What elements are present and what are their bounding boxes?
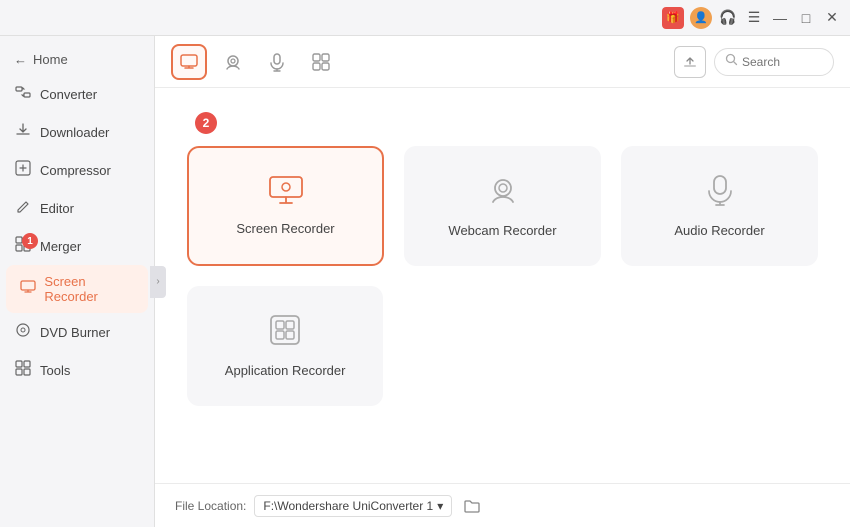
- audio-recorder-card-label: Audio Recorder: [674, 223, 764, 238]
- close-icon[interactable]: ✕: [822, 8, 842, 28]
- bottom-bar: File Location: F:\Wondershare UniConvert…: [155, 483, 850, 527]
- sidebar-label-dvd-burner: DVD Burner: [40, 325, 110, 340]
- back-arrow-icon: ←: [14, 52, 27, 67]
- maximize-icon[interactable]: □: [796, 8, 816, 28]
- open-folder-button[interactable]: [460, 494, 484, 518]
- search-bar: [714, 48, 834, 76]
- sidebar-item-merger[interactable]: Merger 1: [0, 227, 154, 265]
- screen-recorder-card[interactable]: Screen Recorder: [187, 146, 384, 266]
- editor-icon: [14, 198, 32, 218]
- screen-recorder-card-label: Screen Recorder: [236, 221, 334, 236]
- search-icon: [725, 53, 738, 71]
- cards-row-2: Application Recorder: [187, 286, 818, 406]
- search-input[interactable]: [742, 55, 822, 69]
- sidebar-label-editor: Editor: [40, 201, 74, 216]
- sidebar-label-merger: Merger: [40, 239, 81, 254]
- toolbar-screen-button[interactable]: [171, 44, 207, 80]
- titlebar-icons: 🎁 👤 🎧 ☰ — □ ✕: [662, 7, 842, 29]
- dvd-burner-icon: [14, 322, 32, 342]
- sidebar-label-downloader: Downloader: [40, 125, 109, 140]
- cards-container: 2 Screen Recorder Webcam Recorder: [155, 88, 850, 483]
- main-layout: ← Home Converter Downloader Compressor: [0, 36, 850, 527]
- sidebar-item-tools[interactable]: Tools: [0, 351, 154, 389]
- application-recorder-card-icon: [269, 314, 301, 353]
- sidebar-item-editor[interactable]: Editor: [0, 189, 154, 227]
- sidebar-item-downloader[interactable]: Downloader: [0, 113, 154, 151]
- merger-badge: 1: [22, 233, 38, 249]
- titlebar: 🎁 👤 🎧 ☰ — □ ✕: [0, 0, 850, 36]
- toolbar-webcam-button[interactable]: [215, 44, 251, 80]
- menu-icon[interactable]: ☰: [744, 8, 764, 28]
- converter-icon: [14, 84, 32, 104]
- file-location-label: File Location:: [175, 499, 246, 513]
- application-recorder-card[interactable]: Application Recorder: [187, 286, 383, 406]
- file-location-path[interactable]: F:\Wondershare UniConverter 1 ▾: [254, 495, 452, 517]
- sidebar-item-converter[interactable]: Converter: [0, 75, 154, 113]
- avatar-icon[interactable]: 👤: [690, 7, 712, 29]
- sidebar: ← Home Converter Downloader Compressor: [0, 36, 155, 527]
- audio-recorder-card[interactable]: Audio Recorder: [621, 146, 818, 266]
- sidebar-collapse-button[interactable]: ›: [150, 266, 166, 298]
- step-badge-2: 2: [195, 112, 217, 134]
- audio-recorder-card-icon: [704, 174, 736, 213]
- webcam-recorder-card-label: Webcam Recorder: [448, 223, 556, 238]
- toolbar: [155, 36, 850, 88]
- sidebar-label-tools: Tools: [40, 363, 70, 378]
- compressor-icon: [14, 160, 32, 180]
- sidebar-item-dvd-burner[interactable]: DVD Burner: [0, 313, 154, 351]
- toolbar-audio-button[interactable]: [259, 44, 295, 80]
- upload-button[interactable]: [674, 46, 706, 78]
- content-area: 2 Screen Recorder Webcam Recorder: [155, 36, 850, 527]
- sidebar-label-compressor: Compressor: [40, 163, 111, 178]
- file-path-text: F:\Wondershare UniConverter 1: [263, 499, 433, 513]
- gift-icon[interactable]: 🎁: [662, 7, 684, 29]
- webcam-recorder-card[interactable]: Webcam Recorder: [404, 146, 601, 266]
- sidebar-home[interactable]: ← Home: [0, 44, 154, 75]
- downloader-icon: [14, 122, 32, 142]
- application-recorder-card-label: Application Recorder: [225, 363, 346, 378]
- screen-recorder-icon: [20, 279, 36, 299]
- sidebar-item-screen-recorder[interactable]: Screen Recorder: [6, 265, 148, 313]
- sidebar-label-screen-recorder: Screen Recorder: [44, 274, 134, 304]
- toolbar-apps-button[interactable]: [303, 44, 339, 80]
- cards-row-1: Screen Recorder Webcam Recorder Audio Re…: [187, 146, 818, 266]
- path-dropdown-arrow: ▾: [437, 499, 443, 513]
- headset-icon[interactable]: 🎧: [718, 8, 738, 28]
- webcam-recorder-card-icon: [487, 174, 519, 213]
- sidebar-item-compressor[interactable]: Compressor: [0, 151, 154, 189]
- tools-icon: [14, 360, 32, 380]
- screen-recorder-card-icon: [269, 176, 303, 211]
- minimize-icon[interactable]: —: [770, 8, 790, 28]
- sidebar-label-converter: Converter: [40, 87, 97, 102]
- home-label: Home: [33, 52, 68, 67]
